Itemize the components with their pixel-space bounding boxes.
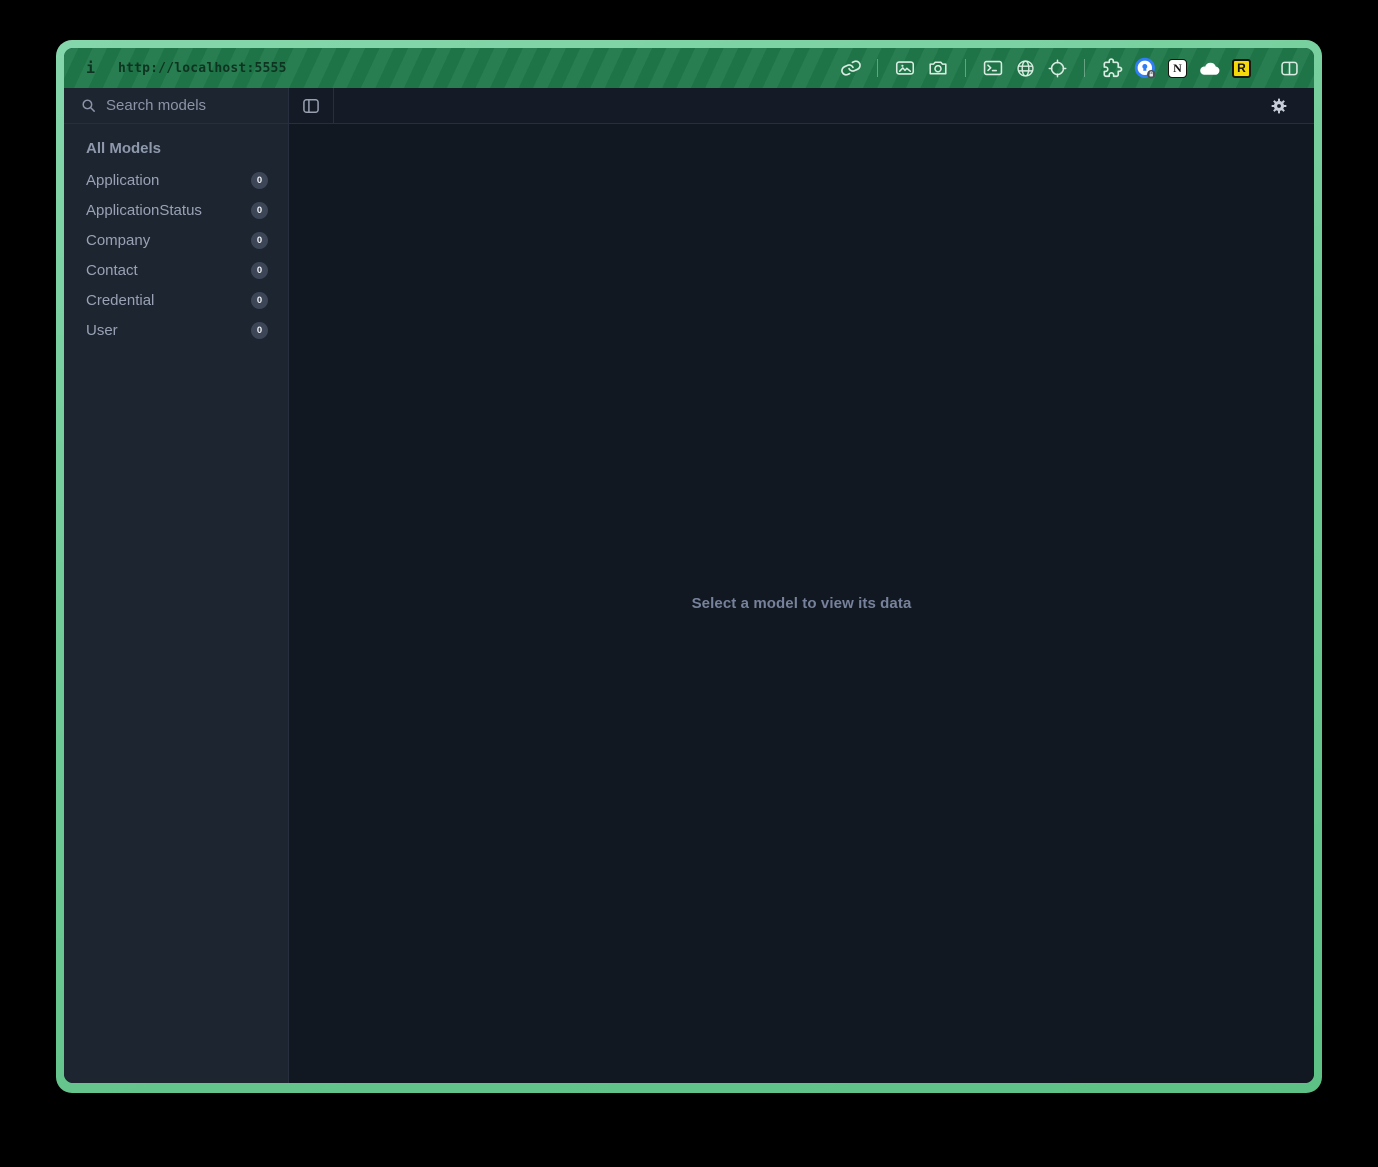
sidebar-item-company[interactable]: Company 0 [86, 225, 268, 255]
window-inner: i http://localhost:5555 [64, 48, 1314, 1083]
model-count-badge: 0 [251, 202, 268, 219]
link-icon[interactable] [841, 58, 861, 78]
tab-toolbar [334, 88, 1314, 123]
crosshair-icon[interactable] [1047, 58, 1068, 79]
refined-github-icon[interactable]: R [1232, 59, 1251, 78]
model-name: Application [86, 172, 159, 189]
model-name: User [86, 322, 118, 339]
app-top-row [64, 88, 1314, 124]
model-count-badge: 0 [251, 322, 268, 339]
sidebar-item-credential[interactable]: Credential 0 [86, 285, 268, 315]
search-input[interactable] [106, 97, 274, 114]
sidebar-toggle-icon [301, 96, 321, 116]
empty-state-message: Select a model to view its data [692, 595, 912, 612]
split-view-icon[interactable] [1279, 58, 1300, 79]
onepassword-icon[interactable] [1134, 57, 1157, 80]
toolbar-divider [877, 59, 878, 77]
model-name: ApplicationStatus [86, 202, 202, 219]
model-name: Credential [86, 292, 154, 309]
sidebar-item-user[interactable]: User 0 [86, 315, 268, 345]
model-count-badge: 0 [251, 262, 268, 279]
extensions-puzzle-icon[interactable] [1101, 57, 1123, 79]
camera-icon[interactable] [927, 57, 949, 79]
toolbar-divider [965, 59, 966, 77]
cloud-icon[interactable] [1198, 57, 1221, 80]
sidebar-toggle-button[interactable] [289, 88, 334, 123]
address-url[interactable]: http://localhost:5555 [118, 61, 287, 76]
terminal-icon[interactable] [982, 57, 1004, 79]
app-body: All Models Application 0 ApplicationStat… [64, 124, 1314, 1083]
toolbar-divider [1084, 59, 1085, 77]
model-count-badge: 0 [251, 232, 268, 249]
settings-gear-icon[interactable] [1270, 97, 1288, 115]
model-name: Company [86, 232, 150, 249]
titlebar-actions: N R [841, 57, 1300, 80]
notion-icon[interactable]: N [1168, 59, 1187, 78]
info-icon[interactable]: i [86, 59, 95, 77]
screenshot-image-icon[interactable] [894, 57, 916, 79]
title-bar: i http://localhost:5555 [64, 48, 1314, 88]
sidebar-item-applicationstatus[interactable]: ApplicationStatus 0 [86, 195, 268, 225]
model-count-badge: 0 [251, 172, 268, 189]
model-name: Contact [86, 262, 138, 279]
browser-window: i http://localhost:5555 [56, 40, 1322, 1093]
data-view-area: Select a model to view its data [289, 124, 1314, 1083]
model-count-badge: 0 [251, 292, 268, 309]
model-search[interactable] [64, 88, 289, 123]
sidebar-section-title: All Models [86, 140, 268, 157]
globe-icon[interactable] [1015, 58, 1036, 79]
search-icon [80, 97, 97, 114]
sidebar-item-application[interactable]: Application 0 [86, 165, 268, 195]
models-sidebar: All Models Application 0 ApplicationStat… [64, 124, 289, 1083]
sidebar-item-contact[interactable]: Contact 0 [86, 255, 268, 285]
